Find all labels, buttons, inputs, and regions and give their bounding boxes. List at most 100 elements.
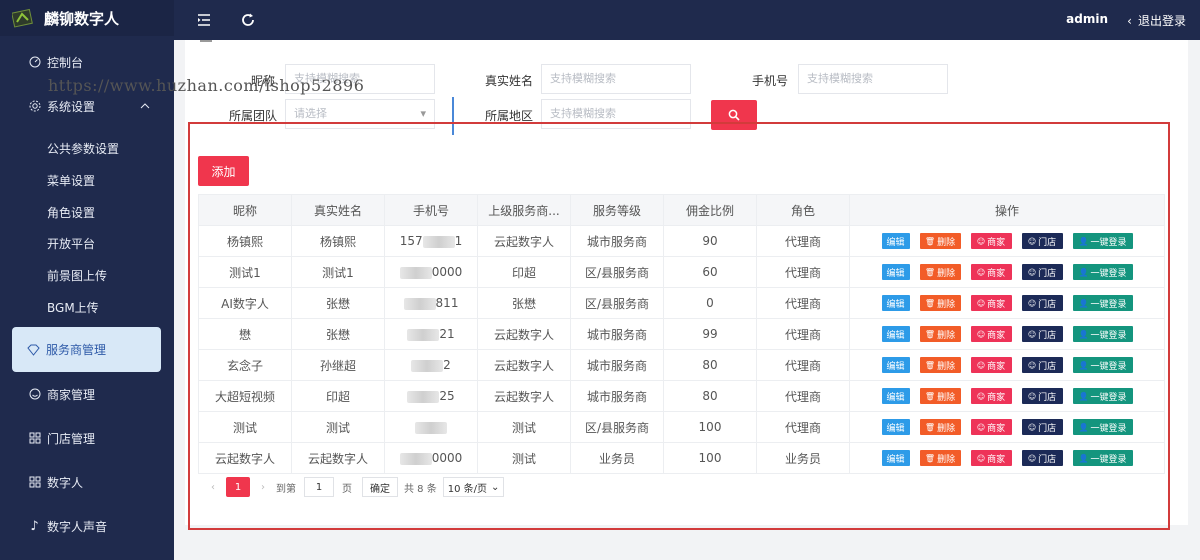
- one-click-login-button[interactable]: 👤 一键登录: [1072, 233, 1133, 249]
- current-page-button[interactable]: 1: [226, 477, 250, 497]
- delete-button[interactable]: 🗑 删除: [919, 233, 961, 249]
- sidebar-subitem-open-platform[interactable]: 开放平台: [0, 235, 174, 252]
- column-header[interactable]: 手机号: [384, 194, 478, 226]
- phone-cell: [384, 411, 478, 443]
- delete-button[interactable]: 🗑 删除: [919, 450, 961, 466]
- action-label: 删除: [937, 299, 956, 310]
- commission-rate-cell: 99: [663, 318, 757, 350]
- role-cell: 代理商: [756, 256, 850, 288]
- sidebar-item-merchant[interactable]: 商家管理: [0, 384, 174, 404]
- action-label: 编辑: [886, 268, 905, 279]
- phone-cell: 0000: [384, 256, 478, 288]
- one-click-login-button[interactable]: 👤 一键登录: [1072, 388, 1133, 404]
- delete-button[interactable]: 🗑 删除: [919, 388, 961, 404]
- sidebar-item-store[interactable]: 门店管理: [0, 428, 174, 448]
- edit-button[interactable]: 编辑: [881, 264, 910, 280]
- store-button[interactable]: ☺ 门店: [1021, 326, 1063, 342]
- user-icon: 👤: [1078, 453, 1089, 463]
- next-page-icon[interactable]: ›: [256, 482, 270, 493]
- refresh-icon[interactable]: [240, 12, 256, 28]
- column-header[interactable]: 佣金比例: [663, 194, 757, 226]
- merchant-button[interactable]: ☺ 商家: [970, 326, 1012, 342]
- store-button[interactable]: ☺ 门店: [1021, 264, 1063, 280]
- edit-button[interactable]: 编辑: [881, 295, 910, 311]
- merchant-button[interactable]: ☺ 商家: [970, 295, 1012, 311]
- actions-cell: 编辑 🗑 删除 ☺ 商家 ☺ 门店 👤 一键登录: [849, 380, 1165, 412]
- one-click-login-button[interactable]: 👤 一键登录: [1072, 357, 1133, 373]
- one-click-login-button[interactable]: 👤 一键登录: [1072, 450, 1133, 466]
- role-cell: 业务员: [756, 442, 850, 474]
- trash-icon: 🗑: [924, 236, 936, 246]
- delete-button[interactable]: 🗑 删除: [919, 295, 961, 311]
- sidebar-item-label: 门店管理: [47, 431, 96, 446]
- page-size-select[interactable]: 10 条/页 ⌄: [442, 477, 505, 497]
- edit-button[interactable]: 编辑: [881, 450, 910, 466]
- realname-cell: 杨镇熙: [291, 225, 385, 257]
- action-label: 编辑: [886, 423, 905, 434]
- sidebar-item-dashboard[interactable]: 控制台: [0, 52, 174, 72]
- smile-icon: ☺: [976, 236, 986, 246]
- store-button[interactable]: ☺ 门店: [1021, 233, 1063, 249]
- one-click-login-button[interactable]: 👤 一键登录: [1072, 326, 1133, 342]
- phone-input[interactable]: 支持模糊搜索: [798, 64, 948, 94]
- merchant-button[interactable]: ☺ 商家: [970, 357, 1012, 373]
- sidebar-item-system-settings[interactable]: 系统设置: [0, 96, 174, 116]
- merchant-button[interactable]: ☺ 商家: [970, 450, 1012, 466]
- edit-button[interactable]: 编辑: [881, 419, 910, 435]
- smile-icon: ☺: [1027, 422, 1037, 432]
- sidebar-subitem-menu-settings[interactable]: 菜单设置: [0, 172, 174, 189]
- delete-button[interactable]: 🗑 删除: [919, 264, 961, 280]
- confirm-button[interactable]: 确定: [362, 477, 398, 497]
- prev-page-icon[interactable]: ‹: [206, 482, 220, 493]
- edit-button[interactable]: 编辑: [881, 357, 910, 373]
- add-button[interactable]: 添加: [198, 156, 249, 186]
- delete-button[interactable]: 🗑 删除: [919, 419, 961, 435]
- merchant-button[interactable]: ☺ 商家: [970, 233, 1012, 249]
- menu-fold-icon[interactable]: [196, 12, 212, 28]
- column-header[interactable]: 上级服务商...: [477, 194, 571, 226]
- brand: 麟铆数字人: [0, 0, 174, 36]
- sidebar-subitem-bgm-upload[interactable]: BGM上传: [0, 299, 174, 316]
- action-label: 商家: [987, 268, 1006, 279]
- sidebar-item-service-provider[interactable]: 服务商管理: [12, 327, 161, 372]
- sidebar-subitem-role-settings[interactable]: 角色设置: [0, 204, 174, 221]
- edit-button[interactable]: 编辑: [881, 388, 910, 404]
- column-header[interactable]: 服务等级: [570, 194, 664, 226]
- store-button[interactable]: ☺ 门店: [1021, 388, 1063, 404]
- column-header[interactable]: 昵称: [198, 194, 292, 226]
- store-button[interactable]: ☺ 门店: [1021, 419, 1063, 435]
- action-label: 删除: [937, 268, 956, 279]
- one-click-login-button[interactable]: 👤 一键登录: [1072, 264, 1133, 280]
- column-header[interactable]: 真实姓名: [291, 194, 385, 226]
- store-button[interactable]: ☺ 门店: [1021, 450, 1063, 466]
- username[interactable]: admin: [1066, 12, 1108, 26]
- delete-button[interactable]: 🗑 删除: [919, 326, 961, 342]
- delete-button[interactable]: 🗑 删除: [919, 357, 961, 373]
- column-header[interactable]: 操作: [849, 194, 1165, 226]
- smile-icon: ☺: [976, 329, 986, 339]
- logout-button[interactable]: ‹ 退出登录: [1127, 12, 1186, 29]
- store-button[interactable]: ☺ 门店: [1021, 357, 1063, 373]
- merchant-button[interactable]: ☺ 商家: [970, 388, 1012, 404]
- actions-cell: 编辑 🗑 删除 ☺ 商家 ☺ 门店 👤 一键登录: [849, 442, 1165, 474]
- store-button[interactable]: ☺ 门店: [1021, 295, 1063, 311]
- one-click-login-button[interactable]: 👤 一键登录: [1072, 419, 1133, 435]
- redacted-mask: [407, 390, 440, 403]
- column-header[interactable]: 角色: [756, 194, 850, 226]
- sidebar-subitem-public-params[interactable]: 公共参数设置: [0, 140, 174, 157]
- action-label: 门店: [1038, 330, 1057, 341]
- one-click-login-button[interactable]: 👤 一键登录: [1072, 295, 1133, 311]
- actions-cell: 编辑 🗑 删除 ☺ 商家 ☺ 门店 👤 一键登录: [849, 256, 1165, 288]
- edit-button[interactable]: 编辑: [881, 326, 910, 342]
- merchant-button[interactable]: ☺ 商家: [970, 419, 1012, 435]
- realname-input[interactable]: 支持模糊搜索: [541, 64, 691, 94]
- edit-button[interactable]: 编辑: [881, 233, 910, 249]
- merchant-button[interactable]: ☺ 商家: [970, 264, 1012, 280]
- redacted-mask: [422, 235, 455, 248]
- sidebar-item-digital-human[interactable]: 数字人: [0, 472, 174, 492]
- sidebar-subitem-foreground-upload[interactable]: 前景图上传: [0, 267, 174, 284]
- sidebar-item-digital-voice[interactable]: ♪ 数字人声音: [0, 516, 174, 536]
- user-icon: 👤: [1078, 391, 1089, 401]
- smile-icon: ☺: [976, 453, 986, 463]
- page-jump-input[interactable]: 1: [304, 477, 334, 497]
